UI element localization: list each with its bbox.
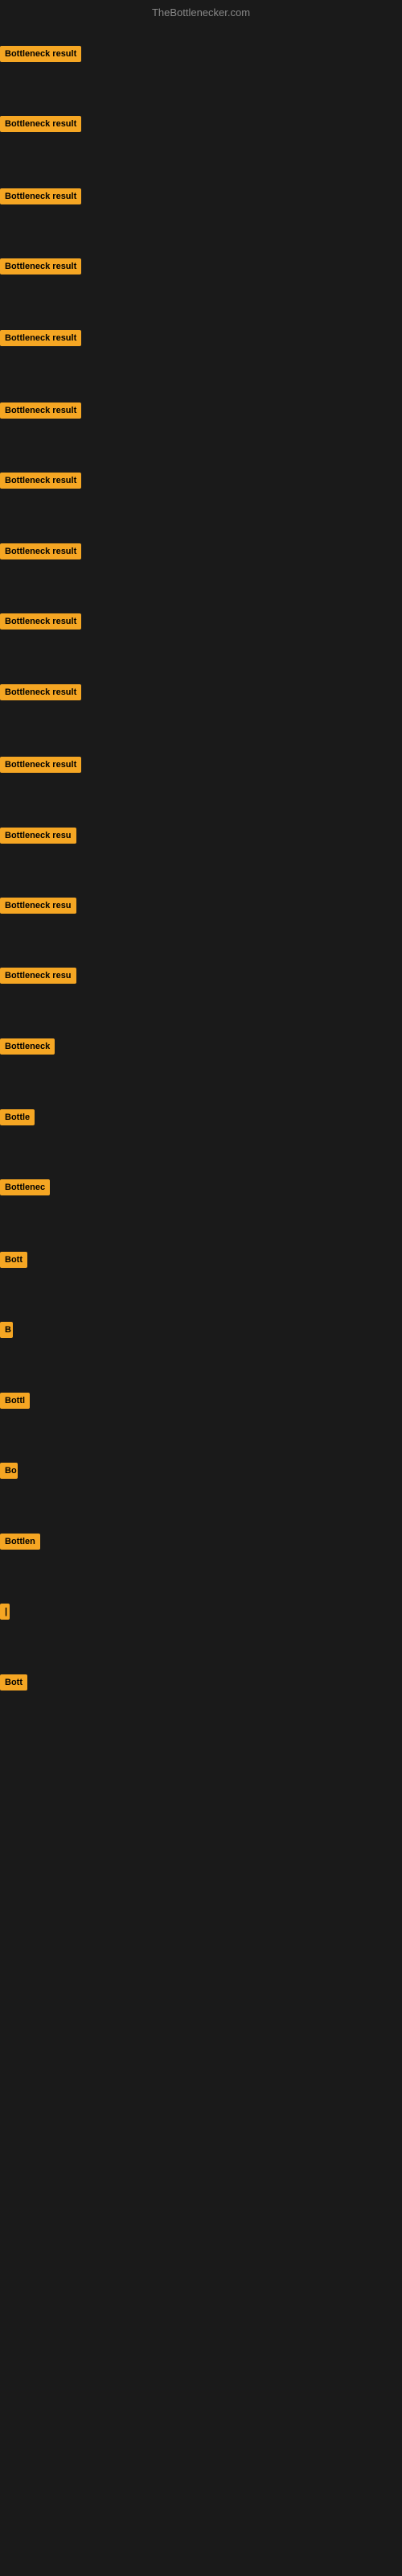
list-item: Bottl [0,1393,30,1413]
list-item: Bottleneck result [0,757,81,777]
list-item: Bottleneck resu [0,898,76,918]
list-item: Bottleneck result [0,188,81,208]
bottleneck-result-badge[interactable]: Bott [0,1674,27,1690]
list-item: Bottleneck result [0,684,81,704]
list-item: Bottleneck result [0,46,81,66]
bottleneck-result-badge[interactable]: Bottleneck result [0,258,81,275]
bottleneck-result-badge[interactable]: Bottleneck result [0,684,81,700]
bottleneck-result-badge[interactable]: Bottle [0,1109,35,1125]
bottleneck-result-badge[interactable]: Bottleneck result [0,46,81,62]
list-item: Bottleneck [0,1038,55,1059]
list-item: Bottlenec [0,1179,50,1199]
list-item: Bo [0,1463,18,1483]
list-item: Bottle [0,1109,35,1129]
bottleneck-result-badge[interactable]: Bottleneck result [0,116,81,132]
bottleneck-result-badge[interactable]: Bottleneck result [0,543,81,559]
bottleneck-result-badge[interactable]: B [0,1322,13,1338]
list-item: | [0,1604,10,1624]
list-item: Bott [0,1252,27,1272]
bottleneck-result-badge[interactable]: Bottlen [0,1534,40,1550]
site-title: TheBottlenecker.com [152,6,250,19]
bottleneck-result-badge[interactable]: | [0,1604,10,1620]
bottleneck-result-badge[interactable]: Bottleneck result [0,473,81,489]
bottleneck-result-badge[interactable]: Bottleneck resu [0,898,76,914]
bottleneck-result-badge[interactable]: Bottlenec [0,1179,50,1195]
bottleneck-result-badge[interactable]: Bo [0,1463,18,1479]
list-item: Bottleneck result [0,613,81,634]
list-item: Bott [0,1674,27,1695]
list-item: Bottleneck result [0,543,81,564]
list-item: Bottleneck result [0,258,81,279]
bottleneck-result-badge[interactable]: Bottleneck [0,1038,55,1055]
bottleneck-result-badge[interactable]: Bottleneck resu [0,828,76,844]
bottleneck-result-badge[interactable]: Bottleneck result [0,613,81,630]
list-item: Bottleneck result [0,473,81,493]
list-item: Bottlen [0,1534,40,1554]
bottleneck-result-badge[interactable]: Bottleneck result [0,757,81,773]
list-item: Bottleneck result [0,402,81,423]
bottleneck-result-badge[interactable]: Bottleneck resu [0,968,76,984]
list-item: Bottleneck result [0,330,81,350]
list-item: Bottleneck resu [0,968,76,988]
list-item: Bottleneck result [0,116,81,136]
list-item: Bottleneck resu [0,828,76,848]
list-item: B [0,1322,13,1342]
bottleneck-result-badge[interactable]: Bottleneck result [0,188,81,204]
bottleneck-result-badge[interactable]: Bottl [0,1393,30,1409]
bottleneck-result-badge[interactable]: Bott [0,1252,27,1268]
bottleneck-result-badge[interactable]: Bottleneck result [0,330,81,346]
bottleneck-result-badge[interactable]: Bottleneck result [0,402,81,419]
